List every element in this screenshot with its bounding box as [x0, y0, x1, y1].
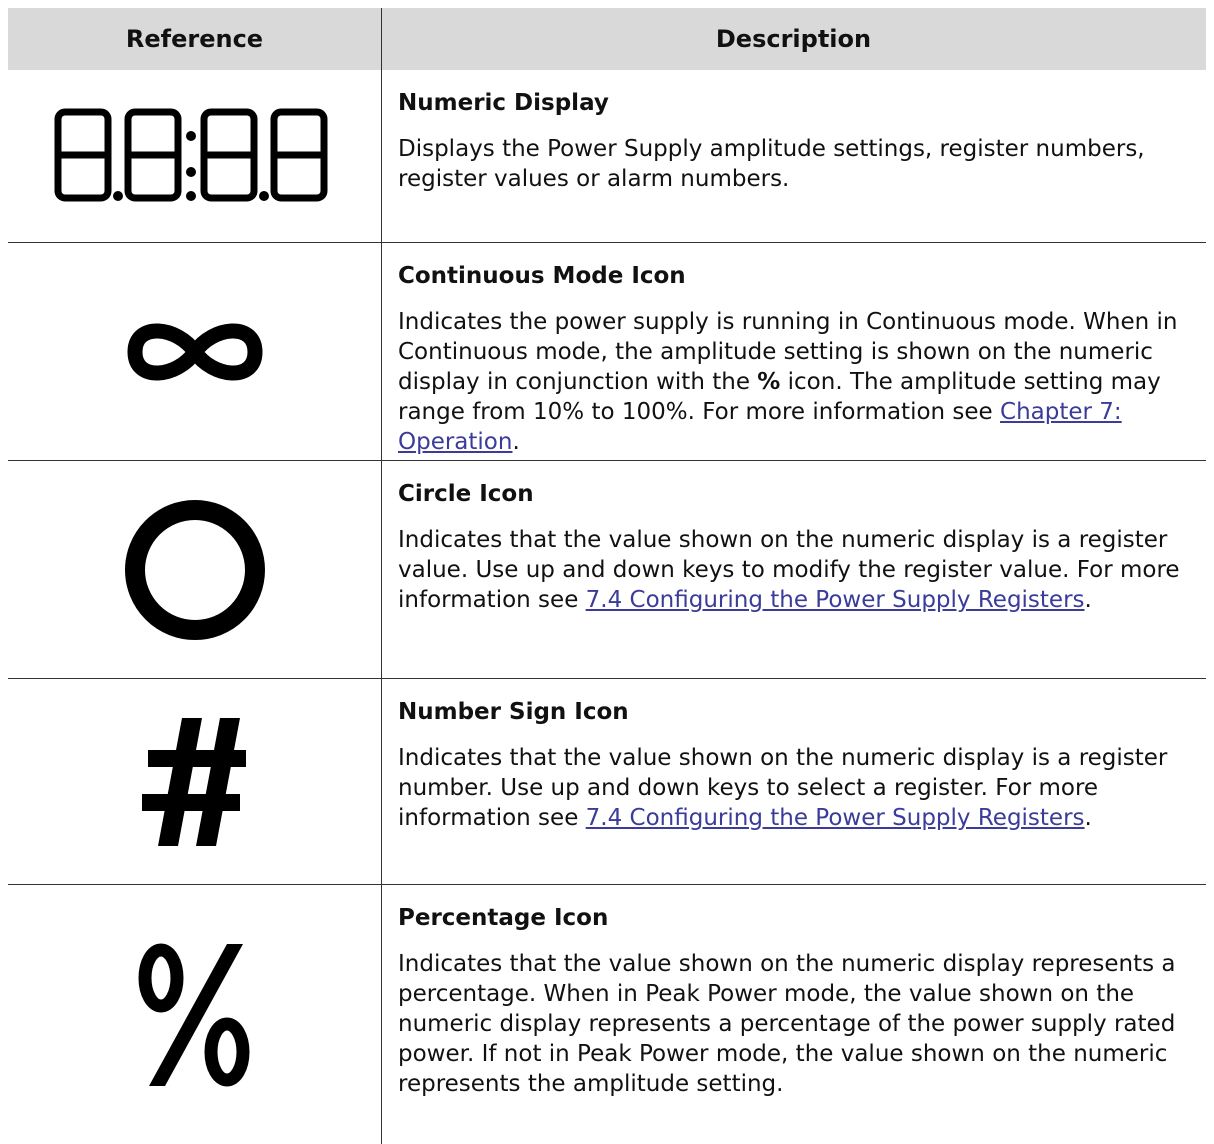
- description-cell: Numeric Display Displays the Power Suppl…: [398, 88, 1198, 194]
- row-title: Continuous Mode Icon: [398, 263, 686, 289]
- description-cell: Continuous Mode Icon Indicates the power…: [398, 261, 1198, 457]
- reference-table: Reference Description Numeric Display Di…: [8, 8, 1206, 1144]
- registers-link[interactable]: 7.4 Configuring the Power Supply Registe…: [586, 805, 1085, 831]
- reference-cell: [8, 679, 381, 884]
- registers-link[interactable]: 7.4 Configuring the Power Supply Registe…: [586, 587, 1085, 613]
- percentage-icon: [138, 943, 249, 1086]
- reference-cell: [8, 243, 381, 460]
- header-description: Description: [715, 25, 872, 53]
- row-description: Indicates that the value shown on the nu…: [398, 745, 1168, 831]
- row-title: Circle Icon: [398, 481, 534, 507]
- reference-cell: [8, 885, 381, 1144]
- row-title: Percentage Icon: [398, 905, 609, 931]
- row-description: Indicates that the value shown on the nu…: [398, 527, 1180, 613]
- row-description: Displays the Power Supply amplitude sett…: [398, 136, 1145, 192]
- row-title: Numeric Display: [398, 90, 609, 116]
- reference-cell: [8, 70, 381, 242]
- table-row: Number Sign Icon Indicates that the valu…: [8, 679, 1206, 885]
- number-sign-icon: [141, 717, 246, 846]
- reference-cell: [8, 461, 381, 678]
- row-title: Number Sign Icon: [398, 699, 629, 725]
- row-description: Indicates that the value shown on the nu…: [398, 951, 1176, 1097]
- table-header: Reference Description: [8, 8, 1206, 70]
- header-reference: Reference: [125, 25, 264, 53]
- table-row: Numeric Display Displays the Power Suppl…: [8, 70, 1206, 243]
- table-row: Circle Icon Indicates that the value sho…: [8, 461, 1206, 679]
- percent-symbol-inline: %: [757, 369, 781, 395]
- description-cell: Percentage Icon Indicates that the value…: [398, 903, 1198, 1099]
- description-cell: Number Sign Icon Indicates that the valu…: [398, 697, 1198, 833]
- row-description: Indicates the power supply is running in…: [398, 309, 1178, 455]
- circle-icon: [124, 499, 265, 640]
- table-row: Continuous Mode Icon Indicates the power…: [8, 243, 1206, 461]
- table-row: Percentage Icon Indicates that the value…: [8, 885, 1206, 1144]
- seven-segment-display-icon: [54, 108, 327, 202]
- column-divider: [381, 8, 382, 1144]
- description-cell: Circle Icon Indicates that the value sho…: [398, 479, 1198, 615]
- infinity-icon: [127, 323, 262, 380]
